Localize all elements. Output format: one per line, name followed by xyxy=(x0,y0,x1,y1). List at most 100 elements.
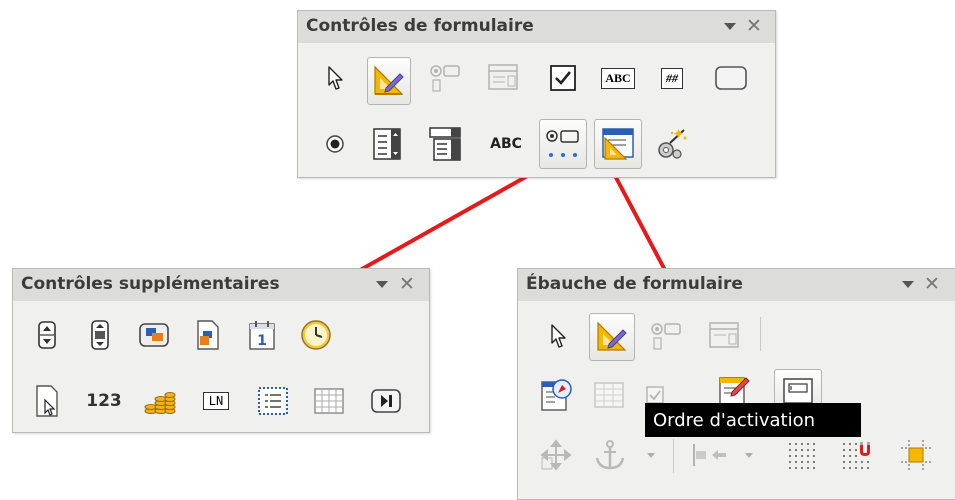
toolbar-menu-arrow-icon[interactable] xyxy=(376,281,388,288)
combo-box-icon xyxy=(429,127,461,161)
form-controls-title: Contrôles de formulaire xyxy=(306,16,534,36)
push-button[interactable] xyxy=(711,58,751,98)
navigation-bar-button[interactable] xyxy=(366,381,406,421)
option-button-disabled-icon xyxy=(651,323,681,350)
push-button-icon xyxy=(715,66,747,90)
form-design-title: Ébauche de formulaire xyxy=(526,274,743,294)
form-properties-icon xyxy=(719,377,750,405)
image-button-icon xyxy=(139,323,169,347)
separator xyxy=(760,317,761,351)
display-grid-button[interactable] xyxy=(783,435,823,475)
group-box-icon xyxy=(258,387,288,415)
formatted-field-button[interactable]: ## xyxy=(652,58,692,98)
currency-field-button[interactable] xyxy=(140,381,180,421)
form-controls-toolbar: Contrôles de formulaire ✕ ABC ## ABC xyxy=(297,10,776,178)
form-navigator-icon xyxy=(541,379,572,411)
form-design-disabled-icon xyxy=(488,64,518,90)
close-icon[interactable]: ✕ xyxy=(399,272,415,296)
design-mode-icon xyxy=(597,321,627,351)
date-field-icon: 1 xyxy=(249,321,275,350)
more-controls-button[interactable] xyxy=(539,119,587,169)
wizards-button[interactable] xyxy=(652,124,692,164)
radio-button[interactable] xyxy=(315,124,355,164)
add-field-disabled-icon xyxy=(594,382,624,408)
group-box-button[interactable] xyxy=(253,381,293,421)
alignment-disabled[interactable] xyxy=(684,435,736,475)
file-selection-button[interactable] xyxy=(27,381,67,421)
form-design-icon xyxy=(602,128,634,160)
list-box-icon xyxy=(373,128,401,160)
image-control-icon xyxy=(197,320,219,350)
check-box-icon xyxy=(550,65,576,91)
anchor-dropdown[interactable] xyxy=(642,435,660,475)
spin-button[interactable] xyxy=(27,315,67,355)
file-selection-icon xyxy=(36,385,58,417)
select-arrow-icon xyxy=(328,66,343,90)
more-controls-title: Contrôles supplémentaires xyxy=(21,274,280,294)
option-button-disabled[interactable] xyxy=(646,316,686,356)
image-control-button[interactable] xyxy=(188,315,228,355)
display-grid-icon xyxy=(789,443,815,469)
scrollbar-button[interactable] xyxy=(80,315,120,355)
form-design-disabled[interactable] xyxy=(705,316,745,356)
anchor-disabled-icon xyxy=(595,440,625,470)
form-design-disabled-icon xyxy=(709,322,739,348)
design-mode-icon xyxy=(374,65,404,95)
select-arrow-button[interactable] xyxy=(538,316,578,356)
select-arrow-icon xyxy=(551,324,566,348)
position-size-disabled-icon xyxy=(540,439,572,471)
currency-field-icon xyxy=(144,392,176,414)
toolbar-menu-arrow-icon[interactable] xyxy=(724,23,736,30)
more-controls-titlebar[interactable]: Contrôles supplémentaires ✕ xyxy=(13,269,429,301)
label-field-icon: ABC xyxy=(490,136,522,152)
anchor-disabled[interactable] xyxy=(590,435,630,475)
image-button[interactable] xyxy=(134,315,174,355)
position-size-disabled[interactable] xyxy=(536,435,576,475)
select-arrow-button[interactable] xyxy=(315,58,355,98)
option-button-disabled-icon xyxy=(430,65,460,92)
combo-box-button[interactable] xyxy=(425,124,465,164)
activation-order-icon xyxy=(783,378,813,404)
text-box-button[interactable]: ABC xyxy=(595,58,641,98)
scrollbar-icon xyxy=(91,320,109,350)
numeric-field-button[interactable]: 123 xyxy=(79,381,129,421)
form-design-toolbar: Ébauche de formulaire ✕ xyxy=(517,268,955,500)
chevron-down-icon xyxy=(647,452,655,458)
time-field-icon xyxy=(301,320,331,350)
snap-to-grid-icon xyxy=(843,442,870,469)
form-navigator-button[interactable] xyxy=(536,375,576,415)
table-control-button[interactable] xyxy=(309,381,349,421)
more-controls-icon xyxy=(546,130,579,157)
pattern-field-button[interactable]: LN xyxy=(196,381,236,421)
add-field-disabled[interactable] xyxy=(589,375,629,415)
date-field-button[interactable]: 1 xyxy=(242,315,282,355)
alignment-disabled-icon xyxy=(693,444,726,466)
form-design-disabled[interactable] xyxy=(484,58,524,98)
toolbar-menu-arrow-icon[interactable] xyxy=(902,281,914,288)
form-design-button[interactable] xyxy=(594,119,642,169)
label-field-button[interactable]: ABC xyxy=(484,124,528,164)
close-icon[interactable]: ✕ xyxy=(746,14,762,38)
chevron-down-icon xyxy=(745,452,753,458)
close-icon[interactable]: ✕ xyxy=(924,272,940,296)
list-box-button[interactable] xyxy=(367,124,407,164)
text-box-icon: ABC xyxy=(601,67,635,89)
form-design-titlebar[interactable]: Ébauche de formulaire ✕ xyxy=(518,269,955,301)
guides-when-moving-button[interactable] xyxy=(896,435,936,475)
time-field-button[interactable] xyxy=(296,315,336,355)
table-control-icon xyxy=(314,388,344,414)
form-controls-titlebar[interactable]: Contrôles de formulaire ✕ xyxy=(298,11,775,43)
connector-to-more-controls xyxy=(345,168,539,280)
activation-order-tooltip: Ordre d'activation xyxy=(645,403,861,437)
option-button-disabled[interactable] xyxy=(425,58,465,98)
more-controls-toolbar: Contrôles supplémentaires ✕ 1 123 LN xyxy=(12,268,430,433)
radio-button-icon xyxy=(326,135,344,153)
numeric-field-icon: 123 xyxy=(86,391,122,411)
alignment-dropdown[interactable] xyxy=(740,435,758,475)
check-box-button[interactable] xyxy=(543,58,583,98)
formatted-field-icon: ## xyxy=(661,67,683,89)
design-mode-button[interactable] xyxy=(367,57,411,105)
design-mode-button[interactable] xyxy=(589,313,635,361)
connector-to-form-design xyxy=(610,169,668,273)
snap-to-grid-button[interactable] xyxy=(837,435,877,475)
